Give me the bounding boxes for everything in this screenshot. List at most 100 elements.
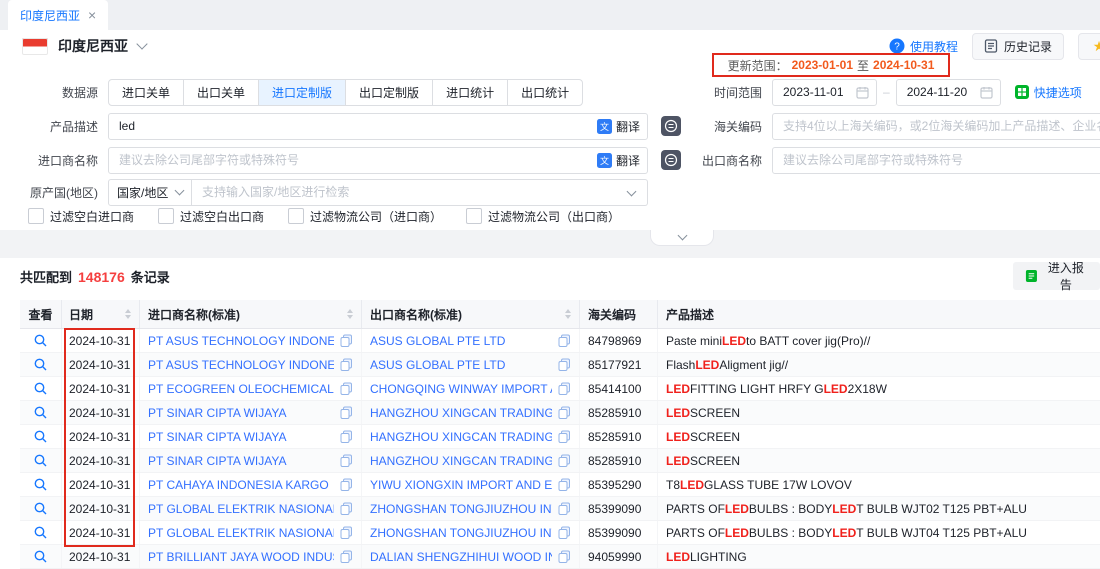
exporter-link[interactable]: ZHONGSHAN TONGJIUZHOU INTERNA... xyxy=(370,526,552,540)
checkbox-box-icon[interactable] xyxy=(466,208,482,224)
exporter-link[interactable]: HANGZHOU XINGCAN TRADING CO LTD xyxy=(370,406,552,420)
column-header-4[interactable]: 出口商名称(标准) xyxy=(362,300,580,328)
tab-bar: 印度尼西亚 × xyxy=(0,0,1100,30)
report-button[interactable]: 进入报告 xyxy=(1013,262,1100,290)
view-button[interactable] xyxy=(20,449,62,472)
exporter-link[interactable]: CHONGQING WINWAY IMPORT AND E... xyxy=(370,382,552,396)
checkbox-box-icon[interactable] xyxy=(28,208,44,224)
copy-icon[interactable] xyxy=(558,550,571,563)
copy-icon[interactable] xyxy=(340,454,353,467)
copy-icon[interactable] xyxy=(558,478,571,491)
column-header-3[interactable]: 进口商名称(标准) xyxy=(140,300,362,328)
view-button[interactable] xyxy=(20,545,62,568)
tab-close-icon[interactable]: × xyxy=(88,7,96,23)
filter-checkbox[interactable]: 过滤物流公司（出口商） xyxy=(466,208,620,225)
exporter-link[interactable]: ASUS GLOBAL PTE LTD xyxy=(370,334,552,348)
importer-link[interactable]: PT ECOGREEN OLEOCHEMICALS xyxy=(148,382,334,396)
view-button[interactable] xyxy=(20,329,62,352)
exporter-link[interactable]: HANGZHOU XINGCAN TRADING CO LTD xyxy=(370,454,552,468)
importer-link[interactable]: PT SINAR CIPTA WIJAYA xyxy=(148,454,334,468)
copy-icon[interactable] xyxy=(558,454,571,467)
filter-checkbox[interactable]: 过滤物流公司（进口商） xyxy=(288,208,442,225)
product-desc-input[interactable] xyxy=(109,119,647,133)
view-button[interactable] xyxy=(20,353,62,376)
checkbox-box-icon[interactable] xyxy=(288,208,304,224)
data-source-tab[interactable]: 出口定制版 xyxy=(345,79,433,106)
collapse-handle[interactable] xyxy=(650,230,714,246)
filter-checkbox-row: 过滤空白进口商 过滤空白出口商 过滤物流公司（进口商） 过滤物流公司（出口商） xyxy=(28,202,620,230)
copy-icon[interactable] xyxy=(340,334,353,347)
filter-checkbox[interactable]: 过滤空白进口商 xyxy=(28,208,134,225)
favorite-button[interactable]: ★ xyxy=(1078,33,1100,60)
origin-search-input[interactable] xyxy=(192,185,647,199)
importer-link[interactable]: PT ASUS TECHNOLOGY INDONESIA BA... xyxy=(148,334,334,348)
data-source-tab[interactable]: 进口关单 xyxy=(108,79,184,106)
importer-cell: PT GLOBAL ELEKTRIK NASIONAL xyxy=(140,497,362,520)
copy-icon[interactable] xyxy=(340,526,353,539)
data-source-tab[interactable]: 进口定制版 xyxy=(258,79,346,106)
sort-icon[interactable] xyxy=(119,309,131,319)
importer-link[interactable]: PT ASUS TECHNOLOGY INDONESIA BA... xyxy=(148,358,334,372)
copy-icon[interactable] xyxy=(340,382,353,395)
chevron-down-icon[interactable] xyxy=(136,38,147,49)
importer-link[interactable]: PT BRILLIANT JAYA WOOD INDUSTRY xyxy=(148,550,334,564)
exporter-link[interactable]: HANGZHOU XINGCAN TRADING CO LTD xyxy=(370,430,552,444)
sort-icon[interactable] xyxy=(559,309,571,319)
copy-icon[interactable] xyxy=(558,430,571,443)
time-start-field xyxy=(772,79,877,106)
importer-link[interactable]: PT GLOBAL ELEKTRIK NASIONAL xyxy=(148,502,334,516)
exporter-link[interactable]: ZHONGSHAN TONGJIUZHOU INTERNA... xyxy=(370,502,552,516)
circled-lines-icon[interactable] xyxy=(661,116,681,136)
view-button[interactable] xyxy=(20,497,62,520)
table-row: 2024-10-31PT SINAR CIPTA WIJAYAHANGZHOU … xyxy=(20,425,1100,449)
table-row: 2024-10-31PT ASUS TECHNOLOGY INDONESIA B… xyxy=(20,353,1100,377)
column-header-2[interactable]: 日期 xyxy=(62,300,140,328)
country-name[interactable]: 印度尼西亚 xyxy=(58,36,128,56)
translate-button[interactable]: 文 翻译 xyxy=(597,114,640,139)
data-source-tab[interactable]: 出口关单 xyxy=(183,79,259,106)
copy-icon[interactable] xyxy=(558,526,571,539)
tab-indonesia[interactable]: 印度尼西亚 × xyxy=(8,0,108,30)
checkbox-box-icon[interactable] xyxy=(158,208,174,224)
chevron-down-icon xyxy=(175,186,185,196)
view-button[interactable] xyxy=(20,521,62,544)
view-button[interactable] xyxy=(20,473,62,496)
copy-icon[interactable] xyxy=(558,502,571,515)
exporter-input[interactable] xyxy=(773,153,1100,167)
exporter-link[interactable]: YIWU XIONGXIN IMPORT AND EXPORT... xyxy=(370,478,552,492)
copy-icon[interactable] xyxy=(340,502,353,515)
calendar-icon[interactable] xyxy=(856,86,869,99)
importer-link[interactable]: PT SINAR CIPTA WIJAYA xyxy=(148,430,334,444)
translate-button[interactable]: 文 翻译 xyxy=(597,148,640,173)
quick-options-link[interactable]: 快捷选项 xyxy=(1015,84,1082,101)
copy-icon[interactable] xyxy=(340,358,353,371)
view-button[interactable] xyxy=(20,377,62,400)
view-button[interactable] xyxy=(20,425,62,448)
sort-icon[interactable] xyxy=(341,309,353,319)
data-source-tab[interactable]: 进口统计 xyxy=(432,79,508,106)
exporter-link[interactable]: DALIAN SHENGZHIHUI WOOD INDUST... xyxy=(370,550,552,564)
importer-link[interactable]: PT CAHAYA INDONESIA KARGO xyxy=(148,478,334,492)
hs-code-input[interactable] xyxy=(773,119,1100,133)
importer-link[interactable]: PT SINAR CIPTA WIJAYA xyxy=(148,406,334,420)
copy-icon[interactable] xyxy=(558,382,571,395)
copy-icon[interactable] xyxy=(340,430,353,443)
circled-lines-icon[interactable] xyxy=(661,150,681,170)
importer-input[interactable] xyxy=(109,153,647,167)
copy-icon[interactable] xyxy=(558,406,571,419)
copy-icon[interactable] xyxy=(558,334,571,347)
data-source-tab[interactable]: 出口统计 xyxy=(507,79,583,106)
translate-icon: 文 xyxy=(597,153,612,168)
calendar-icon[interactable] xyxy=(980,86,993,99)
history-button[interactable]: 历史记录 xyxy=(972,33,1064,60)
tutorial-link[interactable]: ? 使用教程 xyxy=(889,38,958,55)
copy-icon[interactable] xyxy=(340,550,353,563)
copy-icon[interactable] xyxy=(340,406,353,419)
copy-icon[interactable] xyxy=(340,478,353,491)
exporter-link[interactable]: ASUS GLOBAL PTE LTD xyxy=(370,358,552,372)
importer-link[interactable]: PT GLOBAL ELEKTRIK NASIONAL xyxy=(148,526,334,540)
origin-label: 原产国(地区) xyxy=(0,184,98,201)
copy-icon[interactable] xyxy=(558,358,571,371)
filter-checkbox[interactable]: 过滤空白出口商 xyxy=(158,208,264,225)
view-button[interactable] xyxy=(20,401,62,424)
